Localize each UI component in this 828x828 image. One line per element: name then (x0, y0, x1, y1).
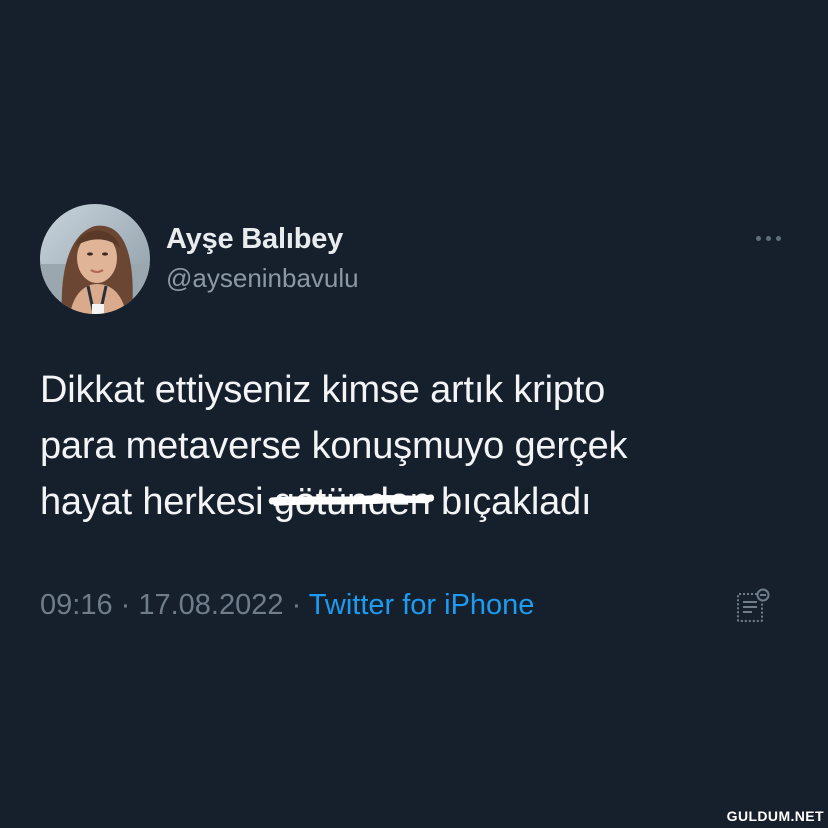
meta-separator: · (112, 589, 139, 621)
more-options-button[interactable] (748, 226, 788, 250)
tweet-text: Dikkat ettiyseniz kimse artık kripto par… (40, 362, 780, 530)
tweet-source-link[interactable]: Twitter for iPhone (309, 589, 535, 621)
user-handle[interactable]: @ayseninbavulu (166, 262, 359, 294)
tweet-text-segment: hayat herkesi (40, 481, 274, 523)
display-name[interactable]: Ayşe Balıbey (166, 222, 343, 256)
tweet-text-segment: bıçakladı (430, 481, 592, 523)
more-horizontal-icon (765, 235, 771, 241)
avatar[interactable] (40, 204, 150, 314)
tweet-text-line: para metaverse konuşmuyo gerçek (40, 425, 628, 467)
tweet-time[interactable]: 09:16 (40, 589, 113, 621)
tweet-text-line: Dikkat ettiyseniz kimse artık kripto (40, 369, 606, 411)
profile-photo (40, 204, 150, 314)
tweet-meta: 09:16 · 17.08.2022 · Twitter for iPhone (40, 586, 534, 624)
watermark: GULDUM.NET (726, 808, 824, 824)
more-horizontal-icon (775, 235, 781, 241)
more-horizontal-icon (755, 235, 761, 241)
tweet-text-line: hayat herkesi götünden bıçakladı (40, 474, 780, 530)
view-analytics-icon[interactable] (734, 588, 774, 624)
scribble-strike (268, 494, 434, 506)
struck-word: götünden (268, 474, 434, 530)
tweet-date[interactable]: 17.08.2022 (138, 589, 283, 621)
meta-separator: · (283, 589, 309, 621)
